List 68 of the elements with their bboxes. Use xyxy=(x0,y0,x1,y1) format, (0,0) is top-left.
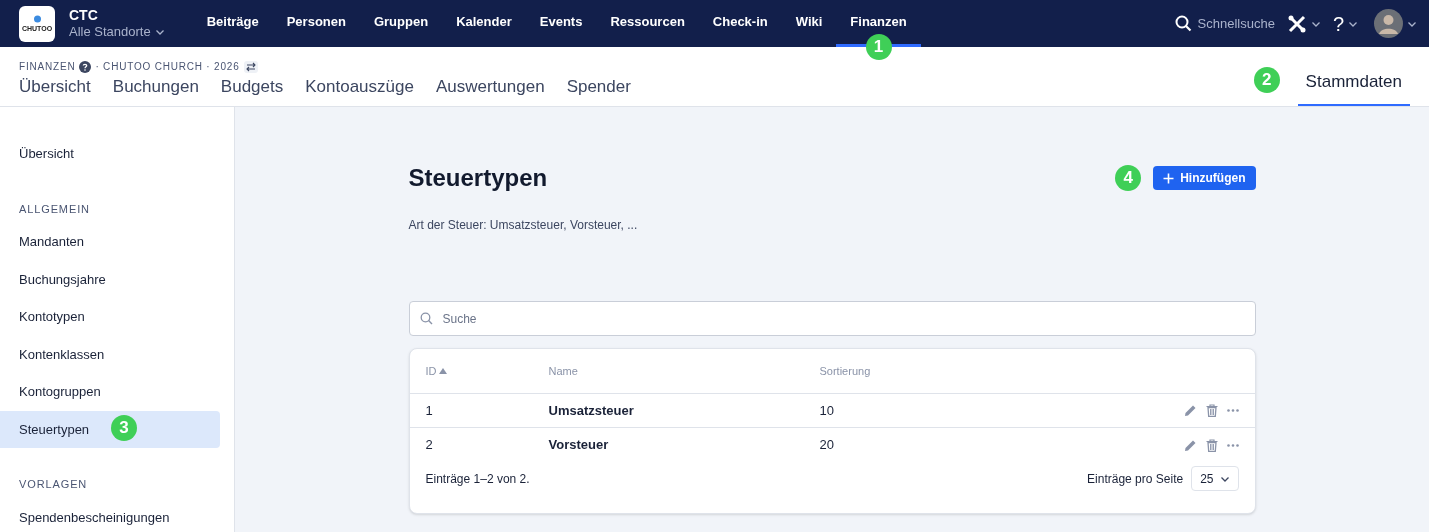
help-icon xyxy=(79,60,92,73)
tools-menu-button[interactable] xyxy=(1286,13,1321,34)
per-page-select[interactable]: 25 xyxy=(1191,466,1239,491)
sidebar-item[interactable]: Kontotypen xyxy=(0,298,220,336)
nav-link[interactable]: Wiki xyxy=(781,0,837,47)
nav-link[interactable]: Ressourcen xyxy=(596,0,699,47)
step-badge: 2 xyxy=(1253,66,1280,93)
nav-link[interactable]: Beiträge xyxy=(192,0,273,47)
trash-icon xyxy=(1205,438,1218,452)
more-button[interactable] xyxy=(1226,409,1239,412)
delete-button[interactable] xyxy=(1205,404,1218,417)
sidebar-item[interactable]: Buchungsjahre xyxy=(0,260,220,298)
nav-link[interactable]: Gruppen xyxy=(359,0,443,47)
sidebar-item[interactable]: Kontenklassen xyxy=(0,335,220,373)
table-cell-text: 10 xyxy=(819,401,835,420)
nav-link[interactable]: Kalender xyxy=(442,0,526,47)
help-menu-button[interactable]: ? xyxy=(1332,8,1358,39)
table-cell-text: Vorsteuer xyxy=(548,436,610,455)
tab[interactable]: Buchungen xyxy=(112,74,199,112)
sidebar-item[interactable]: Mandanten xyxy=(0,223,220,261)
pencil-icon xyxy=(1183,438,1197,452)
org-name: CTC xyxy=(69,6,99,25)
pencil-icon xyxy=(1183,404,1197,417)
tab[interactable]: Kontoauszüge xyxy=(305,74,414,112)
swap-icon xyxy=(243,60,258,73)
avatar-icon xyxy=(1374,9,1403,38)
sidebar-item[interactable]: Spendenbescheinigungen xyxy=(0,498,220,532)
nav-link[interactable]: Events xyxy=(525,0,597,47)
per-page-label: Einträge pro Seite xyxy=(1087,470,1184,488)
breadcrumb-link[interactable]: FINANZEN xyxy=(19,59,76,74)
page-title: Steuertypen xyxy=(408,163,548,193)
table-cell-text: 2 xyxy=(425,436,434,455)
tab[interactable]: Spender xyxy=(566,74,631,112)
table-cell-text: 20 xyxy=(819,436,835,455)
table-cell-text: 1 xyxy=(425,401,434,420)
table-cell-text: Umsatzsteuer xyxy=(548,401,635,420)
sidebar-item[interactable]: Kontogruppen xyxy=(0,373,220,411)
tab[interactable]: Stammdaten xyxy=(1297,68,1410,106)
sidebar-heading: ALLGEMEIN xyxy=(18,201,91,217)
trash-icon xyxy=(1205,404,1218,417)
nav-link[interactable]: Check-in xyxy=(698,0,782,47)
step-badge: 4 xyxy=(1115,165,1142,191)
user-menu-button[interactable] xyxy=(1374,9,1417,38)
sidebar-item[interactable]: Übersicht xyxy=(0,135,220,173)
more-icon xyxy=(1226,443,1239,447)
tab[interactable]: Budgets xyxy=(220,74,284,112)
sidebar-heading: VORLAGEN xyxy=(18,477,89,492)
search-icon xyxy=(1174,15,1192,32)
edit-button[interactable] xyxy=(1183,404,1197,417)
entries-summary: Einträge 1–2 von 2. xyxy=(425,470,530,488)
step-badge: 1 xyxy=(865,34,892,60)
tools-icon xyxy=(1286,13,1307,34)
edit-button[interactable] xyxy=(1183,438,1197,452)
add-button[interactable]: Hinzufügen xyxy=(1153,166,1256,190)
more-button[interactable] xyxy=(1226,443,1239,447)
more-icon xyxy=(1226,409,1239,412)
nav-link[interactable]: Personen xyxy=(272,0,360,47)
breadcrumb-text: · CHUTOO CHURCH · 2026 xyxy=(95,60,240,74)
quick-search-button[interactable]: Schnellsuche xyxy=(1174,13,1275,34)
logo-drop-icon xyxy=(33,15,41,23)
tab[interactable]: Übersicht xyxy=(19,74,91,112)
location-dropdown[interactable]: Alle Standorte xyxy=(69,24,165,41)
search-icon xyxy=(419,312,433,325)
page-description: Art der Steuer: Umsatzsteuer, Vorsteuer, ... xyxy=(408,217,639,234)
plus-icon xyxy=(1163,172,1175,184)
tab[interactable]: Auswertungen xyxy=(435,74,545,112)
delete-button[interactable] xyxy=(1205,438,1218,452)
search-field[interactable]: Suche xyxy=(408,301,1256,336)
